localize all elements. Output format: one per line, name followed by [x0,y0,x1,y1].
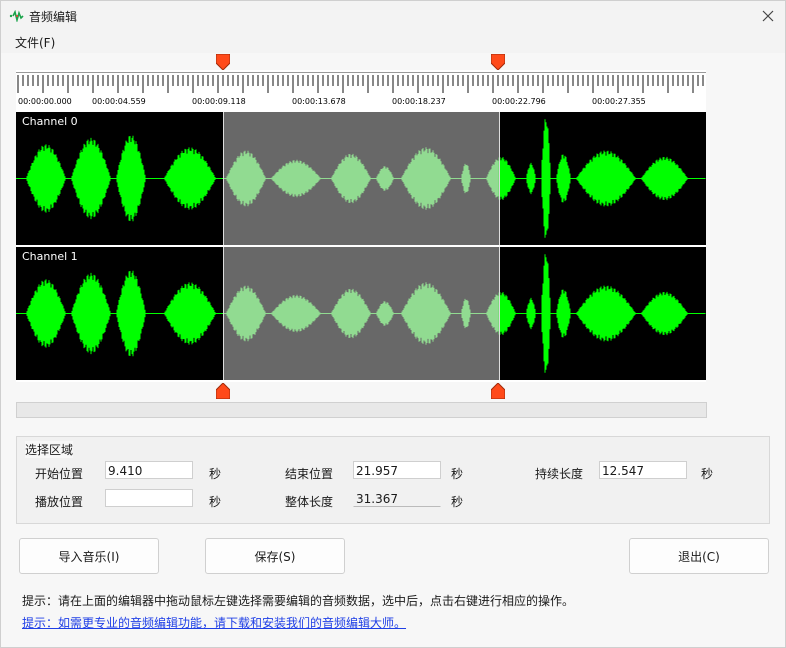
ruler-label: 00:00:27.355 [592,97,646,106]
exit-button[interactable]: 退出(C) [629,538,769,574]
channel-0-waveform[interactable]: Channel 0 [16,112,706,245]
window-title: 音频编辑 [29,10,78,24]
channel-1-waveform[interactable]: Channel 1 [16,247,706,380]
app-waveform-icon [9,10,24,22]
selection-end-marker-bottom[interactable] [491,383,505,399]
hint-text: 提示：请在上面的编辑器中拖动鼠标左键选择需要编辑的音频数据，选中后，点击右键进行… [22,594,575,608]
play-position-input[interactable] [105,489,193,507]
start-position-input[interactable]: 9.410 [105,461,193,479]
ruler-ticks [17,75,704,93]
unit-label: 秒 [209,467,222,481]
channel-label: Channel 0 [22,115,78,128]
duration-label: 持续长度 [535,467,584,481]
ruler-label: 00:00:18.237 [392,97,446,106]
ruler-label: 00:00:00.000 [18,97,72,106]
total-length-label: 整体长度 [285,495,334,509]
selection-end-marker-top[interactable] [491,54,505,70]
close-icon[interactable] [757,5,779,27]
unit-label: 秒 [451,467,464,481]
save-button[interactable]: 保存(S) [205,538,345,574]
title-bar: 音频编辑 [1,1,785,31]
menu-bar: 文件(F) [1,31,785,53]
selection-overlay [223,112,500,245]
selection-start-marker-top[interactable] [216,54,230,70]
channel-label: Channel 1 [22,250,78,263]
download-link[interactable]: 提示：如需更专业的音频编辑功能，请下载和安装我们的音频编辑大师。 [22,614,406,631]
play-position-label: 播放位置 [35,495,84,509]
ruler-label: 00:00:09.118 [192,97,246,106]
time-ruler[interactable]: 00:00:00.000 00:00:04.559 00:00:09.118 0… [16,72,706,113]
unit-label: 秒 [209,495,222,509]
channel-area[interactable]: Channel 0 Channel 1 [16,112,706,380]
selection-region-group: 选择区域 开始位置 9.410 秒 结束位置 21.957 秒 持续长度 12.… [16,436,770,524]
duration-input[interactable]: 12.547 [599,461,687,479]
selection-overlay [223,247,500,380]
menu-file[interactable]: 文件(F) [15,34,55,51]
end-position-input[interactable]: 21.957 [353,461,441,479]
unit-label: 秒 [451,495,464,509]
ruler-label: 00:00:22.796 [492,97,546,106]
waveform-editor[interactable]: 00:00:00.000 00:00:04.559 00:00:09.118 0… [16,70,706,382]
group-title: 选择区域 [25,441,74,458]
selection-start-marker-bottom[interactable] [216,383,230,399]
unit-label: 秒 [701,467,714,481]
total-length-value: 31.367 [353,489,441,507]
horizontal-scrollbar[interactable] [16,402,707,418]
import-music-button[interactable]: 导入音乐(I) [19,538,159,574]
ruler-label: 00:00:04.559 [92,97,146,106]
end-position-label: 结束位置 [285,467,334,481]
ruler-label: 00:00:13.678 [292,97,346,106]
start-position-label: 开始位置 [35,467,84,481]
